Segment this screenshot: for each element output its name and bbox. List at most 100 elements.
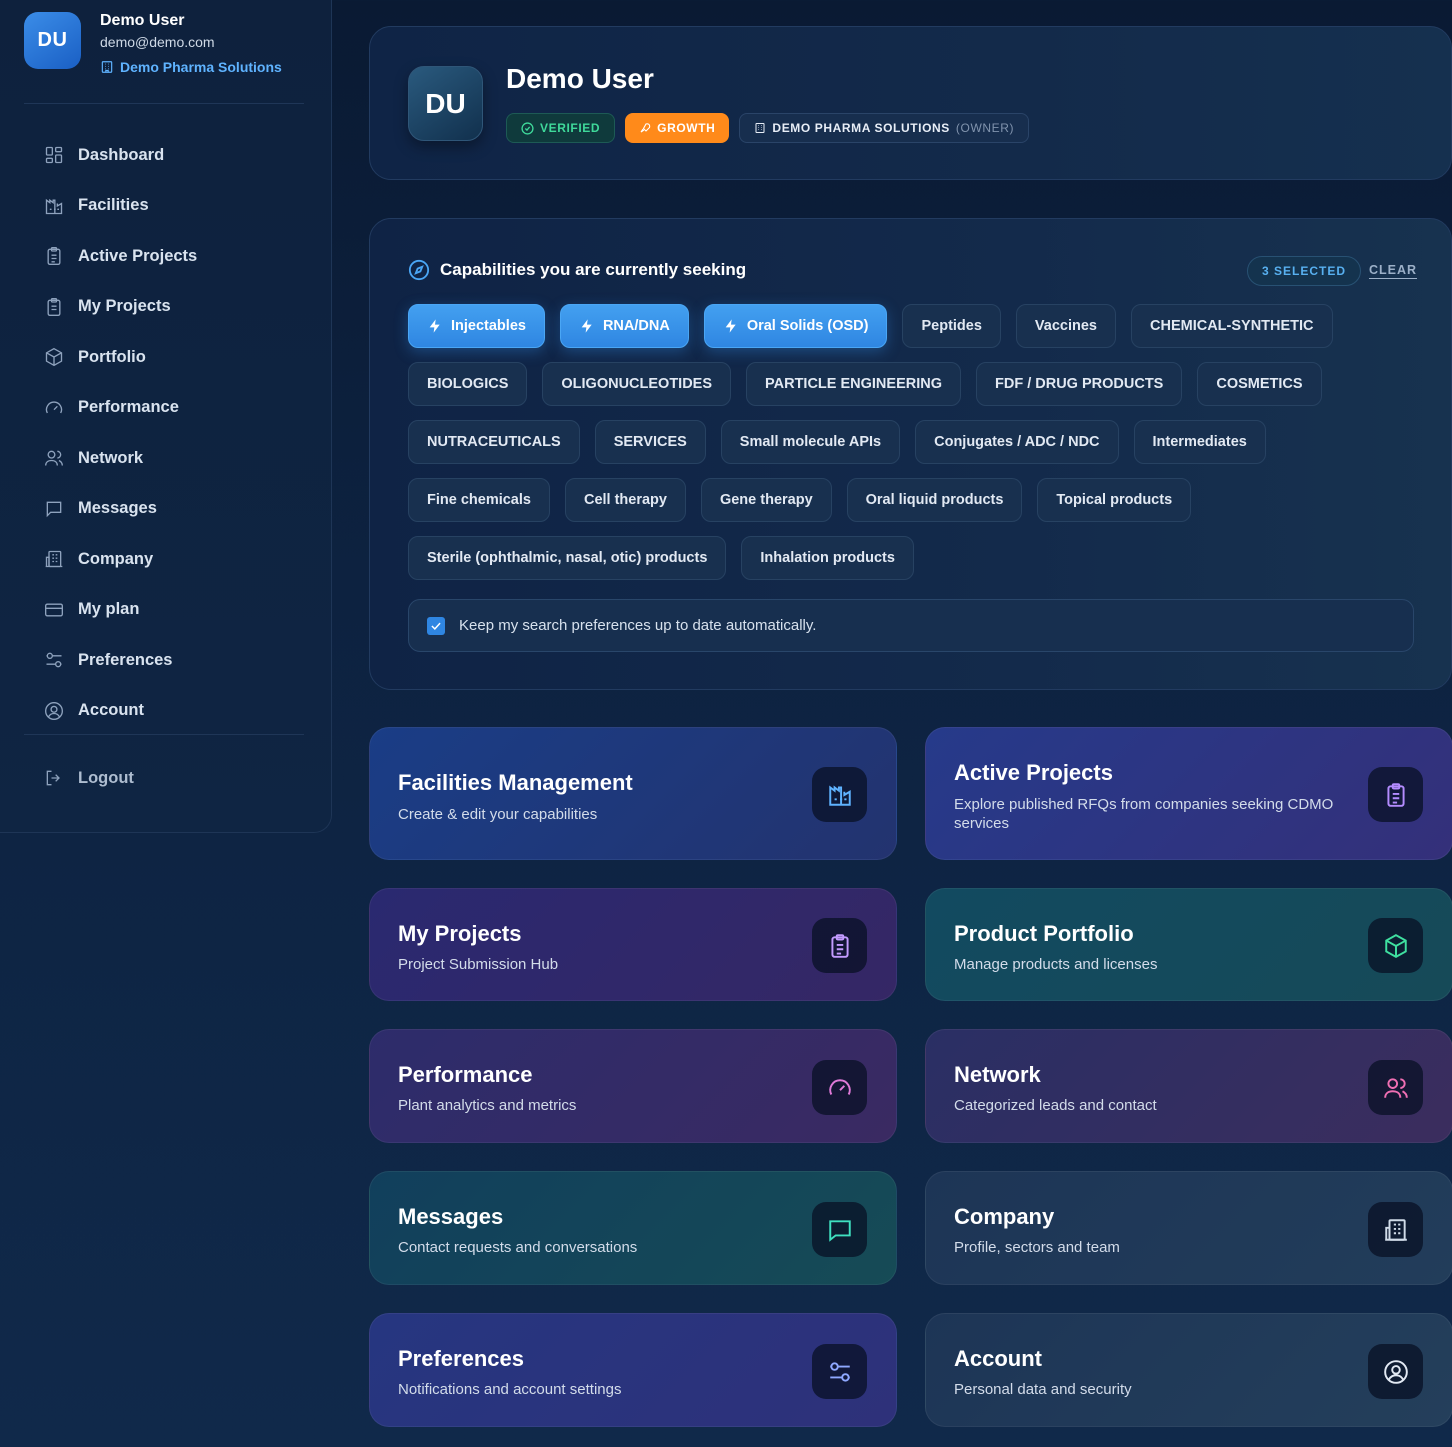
- message-icon: [46, 501, 62, 518]
- sidebar-item-active-projects[interactable]: Active Projects: [24, 231, 304, 282]
- sidebar-item-label: Facilities: [78, 196, 149, 215]
- tile-network[interactable]: Network Categorized leads and contact: [925, 1029, 1452, 1143]
- capability-chip[interactable]: Oral Solids (OSD): [703, 304, 888, 348]
- sidebar-item-label: Performance: [78, 398, 179, 417]
- tile-preferences[interactable]: Preferences Notifications and account set…: [369, 1313, 897, 1427]
- capability-chip[interactable]: OLIGONUCLEOTIDES: [542, 362, 732, 406]
- capability-chip[interactable]: Conjugates / ADC / NDC: [915, 420, 1119, 464]
- capability-chip-label: Injectables: [451, 318, 526, 334]
- sidebar-item-facilities[interactable]: Facilities: [24, 181, 304, 232]
- role-label: (OWNER): [955, 121, 1015, 135]
- building-icon: [1384, 1218, 1407, 1241]
- sidebar-item-portfolio[interactable]: Portfolio: [24, 332, 304, 383]
- capability-chip[interactable]: RNA/DNA: [559, 304, 689, 348]
- sidebar-item-label: Portfolio: [78, 347, 146, 366]
- sidebar-company-link[interactable]: Demo Pharma Solutions: [100, 59, 282, 75]
- tile-title: My Projects: [398, 921, 522, 946]
- tile-subtitle: Manage products and licenses: [954, 956, 1158, 973]
- capability-chip-label: Oral liquid products: [865, 492, 1004, 508]
- sidebar-profile: DU Demo User demo@demo.com Demo Pharma S…: [24, 12, 304, 104]
- tile-icon-box: [812, 1202, 867, 1257]
- profile-badges: VERIFIED GROWTH DEMO PHARMA SOLUTIONS (O…: [506, 113, 1030, 143]
- capability-chip[interactable]: Vaccines: [1015, 304, 1116, 348]
- capability-chip[interactable]: Oral liquid products: [846, 478, 1023, 522]
- capability-chip[interactable]: Peptides: [902, 304, 1001, 348]
- avatar[interactable]: DU: [24, 12, 81, 69]
- capability-chip[interactable]: Intermediates: [1133, 420, 1266, 464]
- tile-my-projects[interactable]: My Projects Project Submission Hub: [369, 888, 897, 1001]
- sidebar-item-my-projects[interactable]: My Projects: [24, 282, 304, 333]
- sidebar-item-performance[interactable]: Performance: [24, 383, 304, 434]
- capability-chip[interactable]: FDF / DRUG PRODUCTS: [976, 362, 1183, 406]
- capability-chip[interactable]: Inhalation products: [741, 536, 914, 580]
- capability-chip[interactable]: Cell therapy: [564, 478, 686, 522]
- avatar[interactable]: DU: [408, 66, 483, 141]
- credit-card-icon: [45, 603, 63, 617]
- capability-chip-label: Sterile (ophthalmic, nasal, otic) produc…: [427, 550, 708, 566]
- capability-chip[interactable]: Topical products: [1037, 478, 1192, 522]
- sidebar-divider: [24, 734, 304, 735]
- sidebar-item-dashboard[interactable]: Dashboard: [24, 130, 304, 181]
- tile-messages[interactable]: Messages Contact requests and conversatio…: [369, 1171, 897, 1285]
- capability-chip[interactable]: BIOLOGICS: [408, 362, 528, 406]
- sidebar-item-my-plan[interactable]: My plan: [24, 585, 304, 636]
- dashboard-icon: [45, 147, 63, 164]
- logout-button[interactable]: Logout: [24, 753, 304, 804]
- sidebar-item-messages[interactable]: Messages: [24, 484, 304, 535]
- sidebar-item-label: Preferences: [78, 650, 173, 669]
- sidebar-item-label: My Projects: [78, 297, 171, 316]
- bolt-icon: [581, 319, 592, 333]
- tile-account[interactable]: Account Personal data and security: [925, 1313, 1452, 1427]
- capability-chip[interactable]: SERVICES: [594, 420, 706, 464]
- factory-icon: [828, 784, 851, 806]
- capability-chip-label: SERVICES: [613, 434, 687, 450]
- building-icon: [45, 551, 63, 568]
- tile-company[interactable]: Company Profile, sectors and team: [925, 1171, 1452, 1285]
- capability-chip[interactable]: CHEMICAL-SYNTHETIC: [1131, 304, 1333, 348]
- user-circle-icon: [1383, 1359, 1408, 1384]
- keep-updated-checkbox[interactable]: [427, 616, 445, 635]
- sidebar-item-account[interactable]: Account: [24, 686, 304, 737]
- tile-title: Company: [954, 1204, 1055, 1229]
- clipboard-icon: [830, 933, 849, 958]
- tile-icon-box: [1368, 1344, 1423, 1399]
- capability-chip[interactable]: Gene therapy: [700, 478, 832, 522]
- capability-chip-label: NUTRACEUTICALS: [427, 434, 561, 450]
- sidebar-item-preferences[interactable]: Preferences: [24, 635, 304, 686]
- capability-chip[interactable]: NUTRACEUTICALS: [408, 420, 580, 464]
- gauge-icon: [828, 1078, 851, 1095]
- company-badge[interactable]: DEMO PHARMA SOLUTIONS (OWNER): [739, 113, 1030, 143]
- capability-chip[interactable]: Injectables: [408, 304, 545, 348]
- capability-chip-label: RNA/DNA: [602, 318, 670, 334]
- sidebar-item-company[interactable]: Company: [24, 534, 304, 585]
- tile-icon-box: [1368, 1060, 1423, 1115]
- capability-chip[interactable]: Small molecule APIs: [720, 420, 901, 464]
- tile-facilities-management[interactable]: Facilities Management Create & edit your …: [369, 727, 897, 860]
- tile-product-portfolio[interactable]: Product Portfolio Manage products and lic…: [925, 888, 1452, 1001]
- bolt-icon: [725, 319, 736, 333]
- clipboard-icon: [1386, 782, 1405, 807]
- company-label: DEMO PHARMA SOLUTIONS: [772, 121, 950, 135]
- capability-chip-label: Small molecule APIs: [739, 434, 882, 450]
- profile-header-card: DU Demo User VERIFIED GROWTH DEMO PHARMA…: [369, 26, 1452, 180]
- tile-performance[interactable]: Performance Plant analytics and metrics: [369, 1029, 897, 1143]
- sidebar-item-network[interactable]: Network: [24, 433, 304, 484]
- tile-subtitle: Project Submission Hub: [398, 956, 559, 973]
- tile-icon-box: [812, 767, 867, 822]
- sidebar-item-label: Dashboard: [78, 145, 165, 164]
- box-icon: [45, 348, 63, 367]
- tile-title: Account: [954, 1346, 1042, 1371]
- capability-chip[interactable]: Fine chemicals: [408, 478, 550, 522]
- capabilities-title: Capabilities you are currently seeking: [408, 259, 746, 281]
- capability-chip[interactable]: Sterile (ophthalmic, nasal, otic) produc…: [408, 536, 727, 580]
- capability-chip[interactable]: PARTICLE ENGINEERING: [746, 362, 961, 406]
- clipboard-icon: [47, 297, 61, 316]
- tile-subtitle: Create & edit your capabilities: [398, 806, 598, 823]
- capability-chip-list: Injectables RNA/DNA Oral Solids (OSD) Pepti…: [408, 304, 1418, 580]
- capability-chip[interactable]: COSMETICS: [1197, 362, 1322, 406]
- sliders-icon: [46, 652, 62, 668]
- tile-icon-box: [1368, 1202, 1423, 1257]
- tile-active-projects[interactable]: Active Projects Explore published RFQs fr…: [925, 727, 1452, 860]
- clear-button[interactable]: CLEAR: [1369, 263, 1418, 279]
- capability-chip-label: Conjugates / ADC / NDC: [934, 434, 1100, 450]
